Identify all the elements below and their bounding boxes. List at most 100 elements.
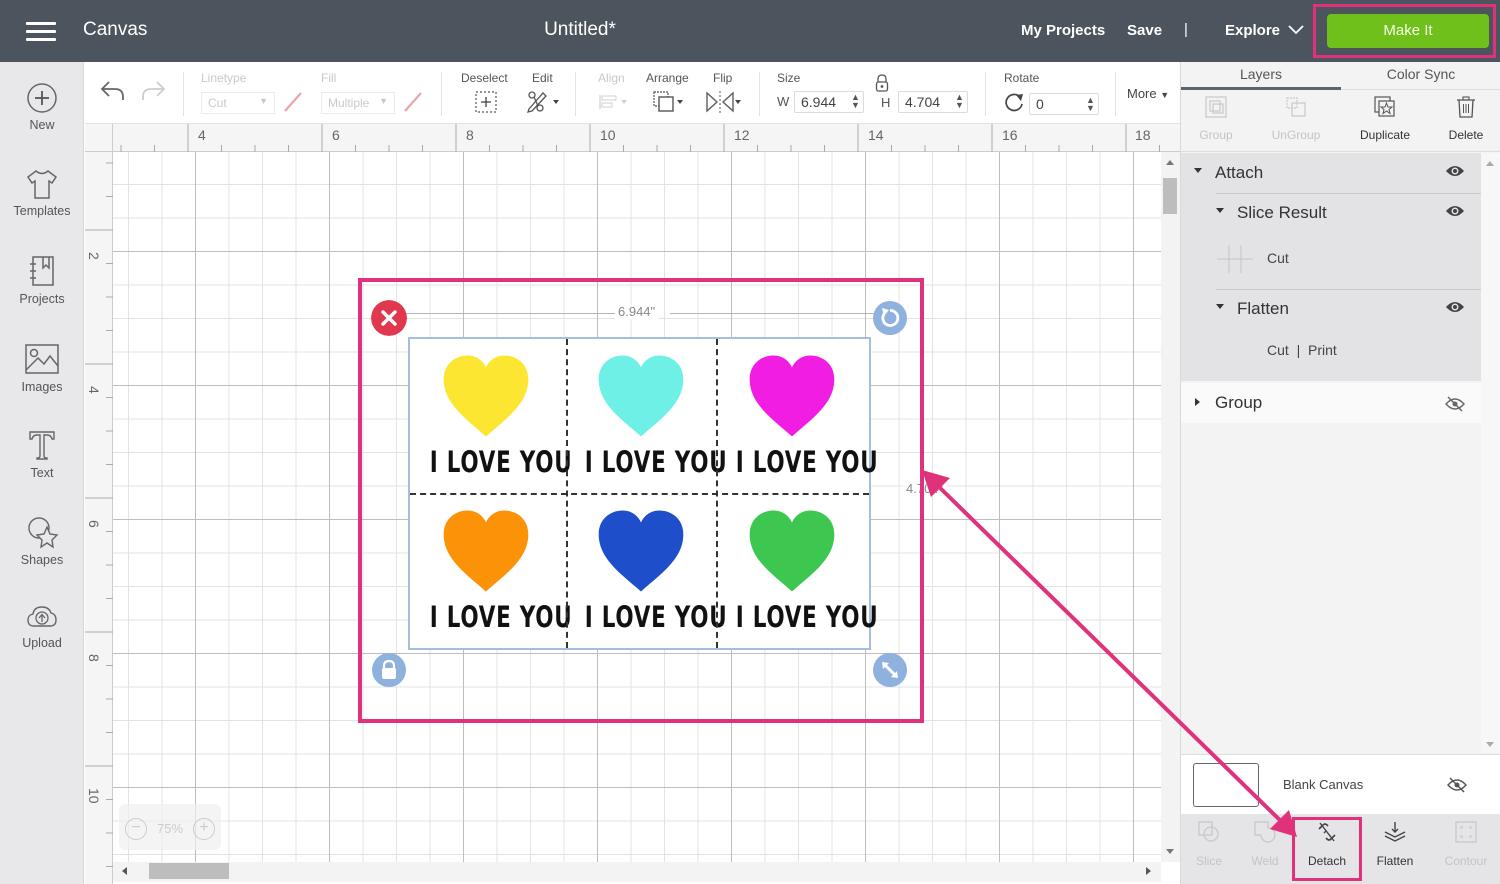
linetype-color-swatch[interactable] (282, 90, 304, 114)
rotate-handle-icon[interactable] (872, 300, 908, 336)
rotate-icon[interactable] (1003, 91, 1025, 113)
more-menu-button[interactable]: More ▼ (1127, 86, 1169, 101)
layer-group[interactable]: Group (1181, 383, 1481, 423)
eye-icon[interactable] (1445, 300, 1465, 314)
blank-canvas-swatch[interactable] (1193, 763, 1259, 807)
sidebar-item-new[interactable]: New (0, 82, 84, 132)
sidebar-item-shapes[interactable]: Shapes (0, 515, 84, 567)
sidebar-item-images[interactable]: Images (0, 342, 84, 394)
explore-link[interactable]: Explore (1225, 22, 1280, 39)
ruler-top (113, 124, 1180, 152)
fill-select[interactable]: Multiple ▼ (321, 92, 395, 114)
layer-attach[interactable]: Attach (1181, 153, 1481, 191)
eye-icon[interactable] (1445, 204, 1465, 218)
love-tile[interactable]: I LOVE YOU (716, 339, 878, 493)
collapse-arrow-icon[interactable] (1194, 168, 1202, 173)
save-link[interactable]: Save (1127, 22, 1162, 39)
scroll-right-arrow-icon[interactable] (1146, 867, 1151, 875)
fill-label: Fill (321, 71, 337, 85)
ruler-top-label: 6 (332, 127, 340, 143)
ruler-top-ticks (120, 124, 1160, 152)
ungroup-button[interactable]: UnGroup (1256, 94, 1336, 142)
ruler-top-label: 10 (600, 127, 616, 143)
heart-icon (443, 355, 529, 437)
group-label: Group (1199, 128, 1233, 142)
undo-icon[interactable] (99, 78, 127, 104)
heart-icon (598, 355, 684, 437)
width-stepper[interactable]: ▲ ▼ (851, 93, 860, 110)
group-button[interactable]: Group (1176, 94, 1256, 142)
chevron-down-icon[interactable] (1287, 20, 1305, 38)
scroll-left-arrow-icon[interactable] (122, 867, 127, 875)
ruler-corner (85, 124, 113, 152)
delete-button[interactable]: Delete (1426, 94, 1500, 142)
align-icon[interactable] (597, 92, 631, 112)
height-stepper[interactable]: ▲ ▼ (955, 93, 964, 110)
my-projects-link[interactable]: My Projects (1021, 22, 1105, 39)
expand-arrow-icon[interactable] (1195, 398, 1200, 406)
flip-icon[interactable] (705, 90, 743, 114)
make-it-button[interactable]: Make It (1327, 14, 1489, 48)
ruler-left (85, 152, 113, 884)
width-dimension-line (400, 313, 620, 314)
right-panel: Layers Color Sync Group UnGroup Duplicat… (1180, 62, 1500, 884)
zoom-in-button[interactable]: + (193, 818, 215, 840)
linetype-select[interactable]: Cut ▼ (201, 92, 275, 114)
delete-handle-icon[interactable] (371, 300, 407, 336)
redo-icon[interactable] (139, 78, 167, 104)
collapse-arrow-icon[interactable] (1216, 208, 1224, 213)
eye-hidden-icon[interactable] (1445, 396, 1465, 412)
layer-slice-result[interactable]: Slice Result (1181, 193, 1481, 231)
sidebar-item-upload[interactable]: Upload (0, 602, 84, 650)
love-tile[interactable]: I LOVE YOU (565, 339, 727, 493)
tab-color-sync[interactable]: Color Sync (1341, 66, 1500, 82)
scroll-up-arrow-icon[interactable] (1486, 161, 1494, 166)
eye-icon[interactable] (1445, 164, 1465, 178)
bottom-actions-bar: Slice Weld Detach Flatten Contour (1181, 814, 1500, 884)
fill-color-swatch[interactable] (402, 90, 424, 114)
layers-scrollbar[interactable] (1481, 153, 1500, 753)
detach-button[interactable]: Detach (1296, 820, 1358, 868)
sidebar-item-text[interactable]: Text (0, 428, 84, 480)
eye-hidden-icon[interactable] (1447, 777, 1467, 793)
arrange-icon[interactable] (651, 89, 687, 115)
weld-button[interactable]: Weld (1234, 820, 1296, 868)
love-tile[interactable]: I LOVE YOU (565, 494, 727, 648)
layer-flatten[interactable]: Flatten (1181, 289, 1481, 327)
scroll-down-arrow-icon[interactable] (1166, 849, 1174, 854)
contour-button[interactable]: Contour (1435, 820, 1497, 868)
scroll-up-arrow-icon[interactable] (1166, 160, 1174, 165)
scrollbar-thumb[interactable] (1163, 178, 1177, 214)
sidebar-label: Projects (19, 292, 65, 306)
scroll-down-arrow-icon[interactable] (1486, 742, 1494, 747)
zoom-out-button[interactable]: − (125, 818, 147, 840)
collapse-arrow-icon[interactable] (1216, 304, 1224, 309)
lock-handle-icon[interactable] (371, 652, 407, 688)
selected-design[interactable]: I LOVE YOU I LOVE YOU I LOVE YOU I LOVE … (408, 337, 878, 650)
canvas-vertical-scrollbar[interactable] (1161, 152, 1180, 862)
love-tile[interactable]: I LOVE YOU (410, 494, 572, 648)
weld-icon (1254, 821, 1276, 843)
tab-layers[interactable]: Layers (1181, 66, 1341, 82)
edit-scissors-pencil-icon[interactable] (526, 89, 562, 113)
slice-button[interactable]: Slice (1178, 820, 1240, 868)
rotate-stepper[interactable]: ▲ ▼ (1086, 96, 1095, 113)
love-tile[interactable]: I LOVE YOU (716, 494, 878, 648)
love-tile[interactable]: I LOVE YOU (410, 339, 572, 493)
blank-canvas-row[interactable]: Blank Canvas (1181, 754, 1500, 814)
arrange-label: Arrange (646, 71, 689, 85)
deselect-icon[interactable] (474, 90, 498, 114)
design-canvas[interactable]: 4 6 8 10 12 14 16 18 2 4 6 8 10 6.944" 4… (85, 124, 1180, 884)
sidebar-item-templates[interactable]: Templates (0, 168, 84, 218)
scrollbar-thumb[interactable] (149, 863, 229, 879)
heart-icon (598, 510, 684, 592)
flatten-button[interactable]: Flatten (1364, 820, 1426, 868)
resize-handle-icon[interactable] (872, 652, 908, 688)
edit-toolbar: Linetype Cut ▼ Fill Multiple ▼ Deselect Ed… (85, 62, 1180, 124)
sidebar-item-projects[interactable]: Projects (0, 254, 84, 306)
slice-icon (1198, 821, 1219, 842)
duplicate-button[interactable]: Duplicate (1345, 94, 1425, 142)
canvas-horizontal-scrollbar[interactable] (113, 862, 1161, 882)
document-title[interactable]: Untitled* (0, 19, 1160, 41)
lock-ratio-icon[interactable] (875, 74, 889, 92)
